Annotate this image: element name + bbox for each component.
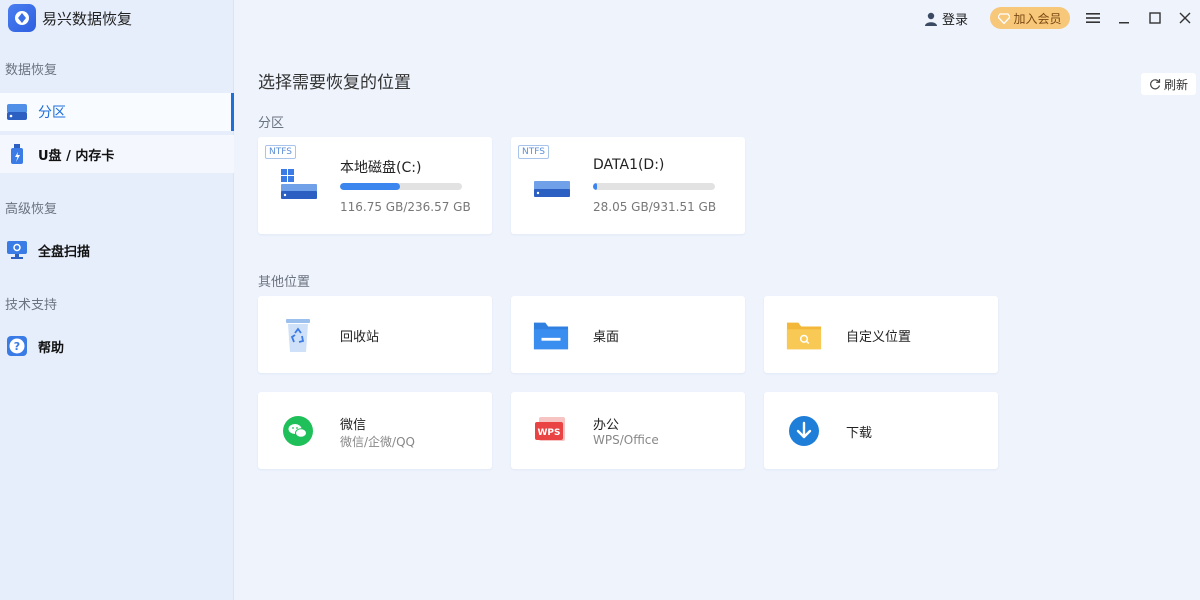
drive-size: 28.05 GB/931.51 GB <box>593 200 717 214</box>
location-subtitle: WPS/Office <box>593 433 659 447</box>
wps-icon: WPS <box>533 412 569 450</box>
drive-size: 116.75 GB/236.57 GB <box>340 200 471 214</box>
minimize-button[interactable] <box>1114 8 1134 28</box>
location-subtitle: 微信/企微/QQ <box>340 435 415 449</box>
user-icon <box>924 12 938 26</box>
minimize-icon <box>1118 12 1130 24</box>
help-icon: ? <box>6 335 28 357</box>
svg-text:?: ? <box>14 340 20 353</box>
location-desktop[interactable]: 桌面 <box>511 296 745 373</box>
sidebar: 易兴数据恢复 数据恢复 分区 U盘 / 内存卡 高级恢复 全盘扫描 技术支持 ?… <box>0 0 234 600</box>
drive-card-d[interactable]: NTFS DATA1(D:) 28.05 GB/931.51 GB <box>511 137 745 234</box>
location-office[interactable]: WPS 办公 WPS/Office <box>511 392 745 469</box>
close-button[interactable] <box>1175 8 1195 28</box>
filesystem-badge: NTFS <box>518 145 549 159</box>
location-name: 办公 <box>593 418 620 433</box>
login-label: 登录 <box>942 13 969 28</box>
location-custom[interactable]: 自定义位置 <box>764 296 998 373</box>
drive-usage-fill <box>593 183 597 190</box>
section-data-recovery: 数据恢复 <box>5 63 58 78</box>
wechat-icon <box>280 412 316 450</box>
refresh-button[interactable]: 刷新 <box>1141 73 1196 95</box>
brand: 易兴数据恢复 <box>8 4 132 32</box>
location-download[interactable]: 下载 <box>764 392 998 469</box>
sidebar-item-help[interactable]: ? 帮助 <box>0 327 234 365</box>
filesystem-badge: NTFS <box>265 145 296 159</box>
drive-usage-bar <box>593 183 715 190</box>
menu-button[interactable] <box>1083 8 1103 28</box>
wps-badge-text: WPS <box>537 428 560 438</box>
drive-icon <box>533 167 571 205</box>
location-name: 自定义位置 <box>846 330 912 345</box>
monitor-scan-icon <box>6 239 28 261</box>
location-name: 桌面 <box>593 330 620 345</box>
drive-card-c[interactable]: NTFS 本地磁盘(C:) 116.75 GB/236.57 GB <box>258 137 492 234</box>
windows-drive-icon <box>280 167 318 205</box>
drive-name: 本地磁盘(C:) <box>340 160 422 176</box>
location-wechat[interactable]: 微信 微信/企微/QQ <box>258 392 492 469</box>
other-locations-label: 其他位置 <box>258 275 311 290</box>
usb-drive-icon <box>6 143 28 165</box>
sidebar-item-full-scan[interactable]: 全盘扫描 <box>0 231 234 269</box>
custom-folder-icon <box>786 316 822 354</box>
section-tech-support: 技术支持 <box>5 298 58 313</box>
location-name: 下载 <box>846 426 873 441</box>
login-button[interactable]: 登录 <box>924 9 968 28</box>
hamburger-icon <box>1086 12 1100 24</box>
app-title: 易兴数据恢复 <box>42 9 133 28</box>
maximize-icon <box>1149 12 1161 24</box>
recycle-bin-icon <box>280 316 316 354</box>
location-name: 回收站 <box>340 330 380 345</box>
section-advanced-recovery: 高级恢复 <box>5 202 58 217</box>
app-logo-icon <box>8 4 36 32</box>
sidebar-item-partition[interactable]: 分区 <box>0 93 234 131</box>
refresh-label: 刷新 <box>1163 77 1188 92</box>
sidebar-item-label: U盘 / 内存卡 <box>38 148 115 164</box>
partition-drive-icon <box>6 101 28 123</box>
location-name: 微信 <box>340 418 367 433</box>
page-title: 选择需要恢复的位置 <box>258 73 411 93</box>
vip-label: 加入会员 <box>1013 11 1062 26</box>
sidebar-item-label: 全盘扫描 <box>38 244 91 260</box>
sidebar-item-usb[interactable]: U盘 / 内存卡 <box>0 135 234 173</box>
location-recycle-bin[interactable]: 回收站 <box>258 296 492 373</box>
diamond-icon <box>998 12 1011 24</box>
refresh-icon <box>1149 78 1161 90</box>
join-vip-button[interactable]: 加入会员 <box>990 7 1070 29</box>
desktop-folder-icon <box>533 316 569 354</box>
download-icon <box>786 412 822 450</box>
drive-usage-bar <box>340 183 462 190</box>
close-icon <box>1179 12 1191 24</box>
sidebar-item-label: 分区 <box>38 105 66 121</box>
drive-name: DATA1(D:) <box>593 157 665 173</box>
maximize-button[interactable] <box>1145 8 1165 28</box>
partition-group-label: 分区 <box>258 116 285 131</box>
drive-usage-fill <box>340 183 401 190</box>
sidebar-item-label: 帮助 <box>38 340 65 356</box>
